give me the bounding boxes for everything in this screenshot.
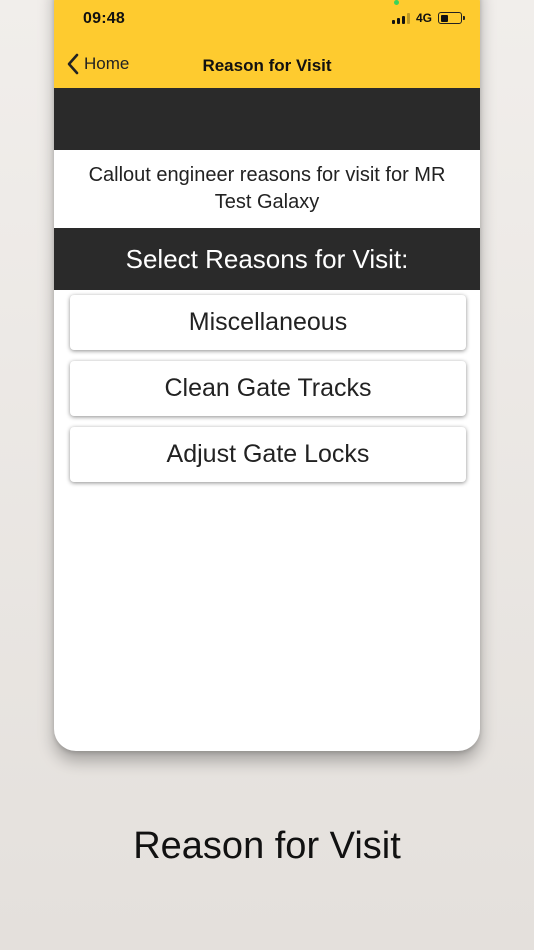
- network-type: 4G: [415, 11, 432, 25]
- phone-frame: 09:48 4G Home Reason for Visit Callout e…: [54, 0, 480, 751]
- battery-level: [440, 14, 448, 22]
- battery-icon: [438, 12, 465, 24]
- reason-button-adjust-gate-locks[interactable]: Adjust Gate Locks: [70, 427, 466, 482]
- intro-text: Callout engineer reasons for visit for M…: [54, 150, 480, 228]
- section-header: Select Reasons for Visit:: [54, 228, 480, 290]
- reason-button-clean-gate-tracks[interactable]: Clean Gate Tracks: [70, 361, 466, 416]
- page-title: Reason for Visit: [202, 56, 332, 75]
- privacy-indicator-icon: [394, 0, 399, 5]
- signal-strength-icon: [391, 12, 410, 24]
- reason-button-miscellaneous[interactable]: Miscellaneous: [70, 295, 466, 350]
- screenshot-caption: Reason for Visit: [133, 825, 401, 867]
- reasons-list: Miscellaneous Clean Gate Tracks Adjust G…: [70, 295, 466, 493]
- header-banner: [54, 88, 480, 150]
- navigation-bar: 09:48 4G Home Reason for Visit: [54, 0, 480, 88]
- status-indicators: 4G: [391, 11, 465, 25]
- status-time: 09:48: [83, 10, 125, 27]
